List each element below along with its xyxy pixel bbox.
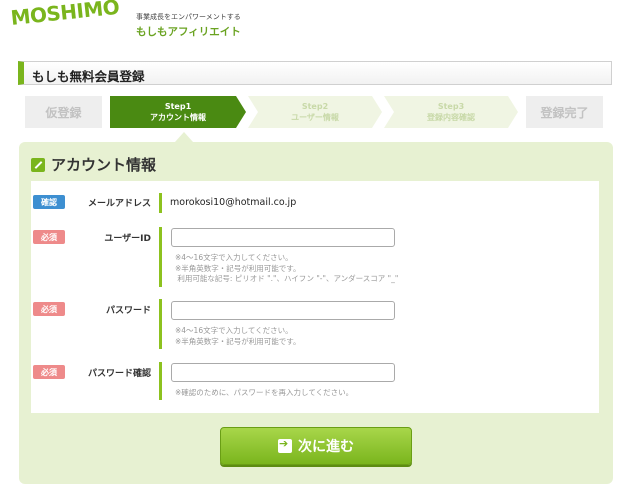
step-2-number: Step2 bbox=[301, 102, 329, 111]
step-1-label: アカウント情報 bbox=[150, 113, 206, 122]
arrow-right-icon bbox=[278, 437, 292, 453]
password-confirm-label: パスワード確認 bbox=[87, 369, 151, 379]
password-input[interactable] bbox=[171, 301, 395, 320]
page-title: もしも無料会員登録 bbox=[32, 69, 145, 84]
userid-field-bar bbox=[159, 227, 162, 287]
userid-hint: ※4～16文字で入力してください。 ※半角英数字・記号が利用可能です。 利用可能… bbox=[175, 253, 399, 283]
step-complete: 登録完了 bbox=[526, 96, 603, 128]
registration-steps: 仮登録 Step1 アカウント情報 Step2 ユーザー情報 Step3 登録内… bbox=[25, 96, 603, 128]
pencil-icon bbox=[31, 157, 45, 172]
email-label: メールアドレス bbox=[87, 199, 151, 209]
next-button[interactable]: 次に進む bbox=[220, 427, 412, 465]
password-field-bar bbox=[159, 299, 162, 349]
account-form: 確認 メールアドレス morokosi10@hotmail.co.jp 必須 ユ… bbox=[31, 181, 599, 413]
step-pre-registration: 仮登録 bbox=[25, 96, 102, 128]
next-button-label: 次に進む bbox=[298, 439, 354, 455]
userid-input[interactable] bbox=[171, 228, 395, 247]
tagline: 事業成長をエンパワーメントする bbox=[136, 13, 241, 21]
password-hint: ※4～16文字で入力してください。 ※半角英数字・記号が利用可能です。 bbox=[175, 326, 301, 346]
step-2-label: ユーザー情報 bbox=[291, 113, 339, 122]
password-label: パスワード bbox=[105, 306, 151, 316]
panel-title: アカウント情報 bbox=[51, 156, 157, 174]
password-confirm-input[interactable] bbox=[171, 363, 395, 382]
password-confirm-hint: ※確認のために、パスワードを再入力してください。 bbox=[175, 388, 354, 397]
brand-name: もしもアフィリエイト bbox=[136, 26, 241, 38]
logo-text: MOSHIMO bbox=[9, 0, 121, 30]
step-3-confirm: Step3 登録内容確認 bbox=[384, 96, 518, 128]
email-value: morokosi10@hotmail.co.jp bbox=[170, 197, 297, 208]
moshimo-logo[interactable]: MOSHIMO bbox=[9, 0, 132, 42]
active-step-pointer bbox=[175, 132, 193, 142]
step-1-account-info: Step1 アカウント情報 bbox=[110, 96, 246, 128]
panel-header: アカウント情報 bbox=[31, 154, 156, 175]
userid-label: ユーザーID bbox=[104, 234, 151, 244]
step-2-user-info: Step2 ユーザー情報 bbox=[248, 96, 382, 128]
page-title-bar: もしも無料会員登録 bbox=[18, 61, 612, 85]
step-1-number: Step1 bbox=[164, 102, 192, 111]
account-info-panel: アカウント情報 確認 メールアドレス morokosi10@hotmail.co… bbox=[19, 142, 613, 484]
email-field-bar bbox=[159, 193, 162, 213]
password-confirm-field-bar bbox=[159, 362, 162, 400]
step-3-label: 登録内容確認 bbox=[427, 113, 475, 122]
step-3-number: Step3 bbox=[437, 102, 465, 111]
